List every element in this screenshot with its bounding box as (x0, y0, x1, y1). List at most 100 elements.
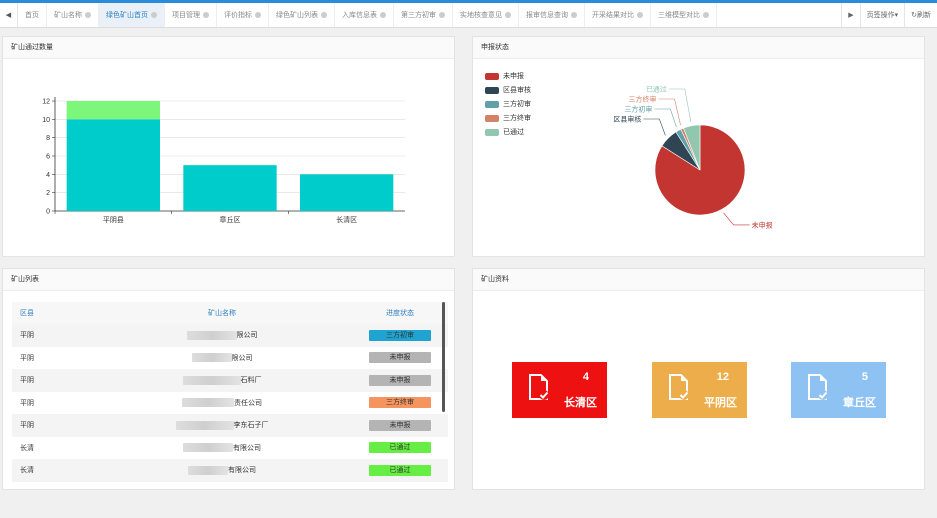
table-row[interactable]: 平阴 限公司 未申报 (12, 347, 448, 370)
bar[interactable] (66, 101, 160, 120)
tab-label: 实地核查意见 (460, 12, 502, 19)
cell-status: 未申报 (352, 352, 448, 364)
cell-name: 有限公司 (92, 465, 352, 475)
tab-item[interactable]: 实地核查意见 (453, 3, 519, 27)
tab-item[interactable]: 项目管理 (165, 3, 217, 27)
tab-item[interactable]: 评价指标 (217, 3, 269, 27)
tab-item[interactable]: 首页 (18, 3, 47, 27)
cell-name: 限公司 (92, 353, 352, 363)
cell-status: 未申报 (352, 419, 448, 431)
cell-status: 三方初审 (352, 329, 448, 341)
cell-name-suffix: 限公司 (236, 332, 258, 340)
table-scrollbar[interactable] (442, 302, 445, 412)
mine-count-title: 矿山通过数量 (3, 37, 454, 59)
tab-label: 第三方初审 (401, 12, 436, 19)
card-count: 5 (861, 371, 868, 383)
card-district-name: 长清区 (564, 397, 597, 409)
y-tick-label: 8 (46, 135, 50, 142)
status-badge: 未申报 (369, 419, 431, 431)
header-district[interactable]: 区县 (12, 308, 92, 318)
tab-close-icon[interactable] (85, 12, 91, 18)
table-row[interactable]: 平阴 石料厂 未申报 (12, 369, 448, 392)
tab-scroll-left-button[interactable]: ◀ (0, 3, 18, 27)
y-tick-label: 0 (46, 209, 50, 216)
bar[interactable] (300, 174, 394, 211)
document-check-icon (529, 374, 549, 402)
tab-close-icon[interactable] (151, 12, 157, 18)
pie-label-line (668, 88, 692, 122)
table-row[interactable]: 长清 有限公司 已通过 (12, 459, 448, 482)
tab-close-icon[interactable] (571, 12, 577, 18)
y-tick-label: 2 (46, 190, 50, 197)
mine-info-title: 矿山资料 (473, 269, 924, 291)
card-count: 12 (716, 371, 729, 383)
cell-status: 三方终审 (352, 397, 448, 409)
cell-name-suffix: 有限公司 (228, 467, 256, 475)
tab-item[interactable]: 绿色矿山列表 (269, 3, 335, 27)
status-badge: 三方终审 (369, 397, 431, 409)
cell-name-suffix: 石料厂 (240, 377, 262, 385)
pie-slice-label: 已通过 (646, 85, 667, 94)
status-pie-chart: 未申报 区县审核三方初审三方终审已通过 (613, 85, 772, 230)
refresh-button[interactable]: ↻ 刷新 (904, 3, 937, 27)
cell-district: 长清 (20, 467, 34, 475)
tab-item[interactable]: 三维模型对比 (651, 3, 717, 27)
tab-close-icon[interactable] (439, 12, 445, 18)
document-check-icon (669, 374, 689, 402)
tab-item[interactable]: 绿色矿山首页 (99, 3, 165, 27)
district-card[interactable]: 12 平阴区 (652, 362, 747, 418)
redacted-name (183, 443, 233, 453)
district-card[interactable]: 4 长清区 (512, 362, 607, 418)
tab-item[interactable]: 开采结果对比 (585, 3, 651, 27)
bar[interactable] (66, 119, 160, 211)
district-card[interactable]: 5 章丘区 (791, 362, 886, 418)
tab-label: 项目管理 (172, 12, 200, 19)
table-row[interactable]: 长清 有限公司 已通过 (12, 437, 448, 460)
cell-name: 李东石子厂 (92, 420, 352, 430)
tab-close-icon[interactable] (703, 12, 709, 18)
mine-list-title: 矿山列表 (3, 269, 454, 291)
x-tick-label: 章丘区 (220, 215, 241, 224)
pie-slice-label: 三方终审 (629, 95, 657, 104)
tab-close-icon[interactable] (255, 12, 261, 18)
header-status[interactable]: 进度状态 (352, 308, 448, 318)
cell-district: 长清 (20, 444, 34, 452)
tab-item[interactable]: 入库信息表 (335, 3, 394, 27)
tab-scroll-right-button[interactable]: ▶ (841, 3, 859, 27)
pie-label-line (658, 98, 681, 126)
header-name[interactable]: 矿山名称 (92, 308, 352, 318)
tab-label: 绿色矿山首页 (106, 12, 148, 19)
tab-close-icon[interactable] (203, 12, 209, 18)
table-header: 区县 矿山名称 进度状态 (12, 302, 448, 324)
tab-close-icon[interactable] (505, 12, 511, 18)
bar[interactable] (183, 165, 277, 211)
status-title: 申报状态 (473, 37, 924, 59)
double-right-arrow-icon: ▶ (848, 12, 854, 19)
tab-close-icon[interactable] (637, 12, 643, 18)
pie-slice-label: 三方初审 (624, 105, 652, 114)
card-district-name: 章丘区 (843, 397, 876, 409)
double-left-arrow-icon: ◀ (5, 12, 12, 19)
redacted-name (188, 465, 228, 475)
table-row[interactable]: 平阴 责任公司 三方终审 (12, 392, 448, 415)
table-row[interactable]: 平阴 李东石子厂 未申报 (12, 414, 448, 437)
tab-label: 评价指标 (224, 12, 252, 19)
redacted-name (175, 420, 234, 430)
redacted-name (182, 375, 241, 385)
redacted-name (186, 330, 237, 340)
mine-count-panel: 矿山通过数量 0 2 4 6 8 10 12 平阴县 章丘区 长清区 (2, 36, 455, 257)
tab-item[interactable]: 第三方初审 (394, 3, 453, 27)
table-row[interactable]: 平阴 限公司 三方初审 (12, 324, 448, 347)
tab-label: 入库信息表 (342, 12, 377, 19)
mine-table: 区县 矿山名称 进度状态 平阴 限公司 三方初审 平阴 限公司 未申报 平阴 石… (12, 302, 448, 482)
tab-item[interactable]: 报审信息查询 (519, 3, 585, 27)
tab-label: 绿色矿山列表 (276, 12, 318, 19)
tab-close-icon[interactable] (380, 12, 386, 18)
tab-close-icon[interactable] (321, 12, 327, 18)
status-badge: 已通过 (369, 442, 431, 454)
page-ops-dropdown[interactable]: 页签操作 ▾ (859, 3, 905, 27)
tab-item[interactable]: 矿山名称 (47, 3, 99, 27)
tab-label: 报审信息查询 (526, 12, 568, 19)
status-badge: 已通过 (369, 464, 431, 476)
pie-label-line (654, 108, 677, 128)
